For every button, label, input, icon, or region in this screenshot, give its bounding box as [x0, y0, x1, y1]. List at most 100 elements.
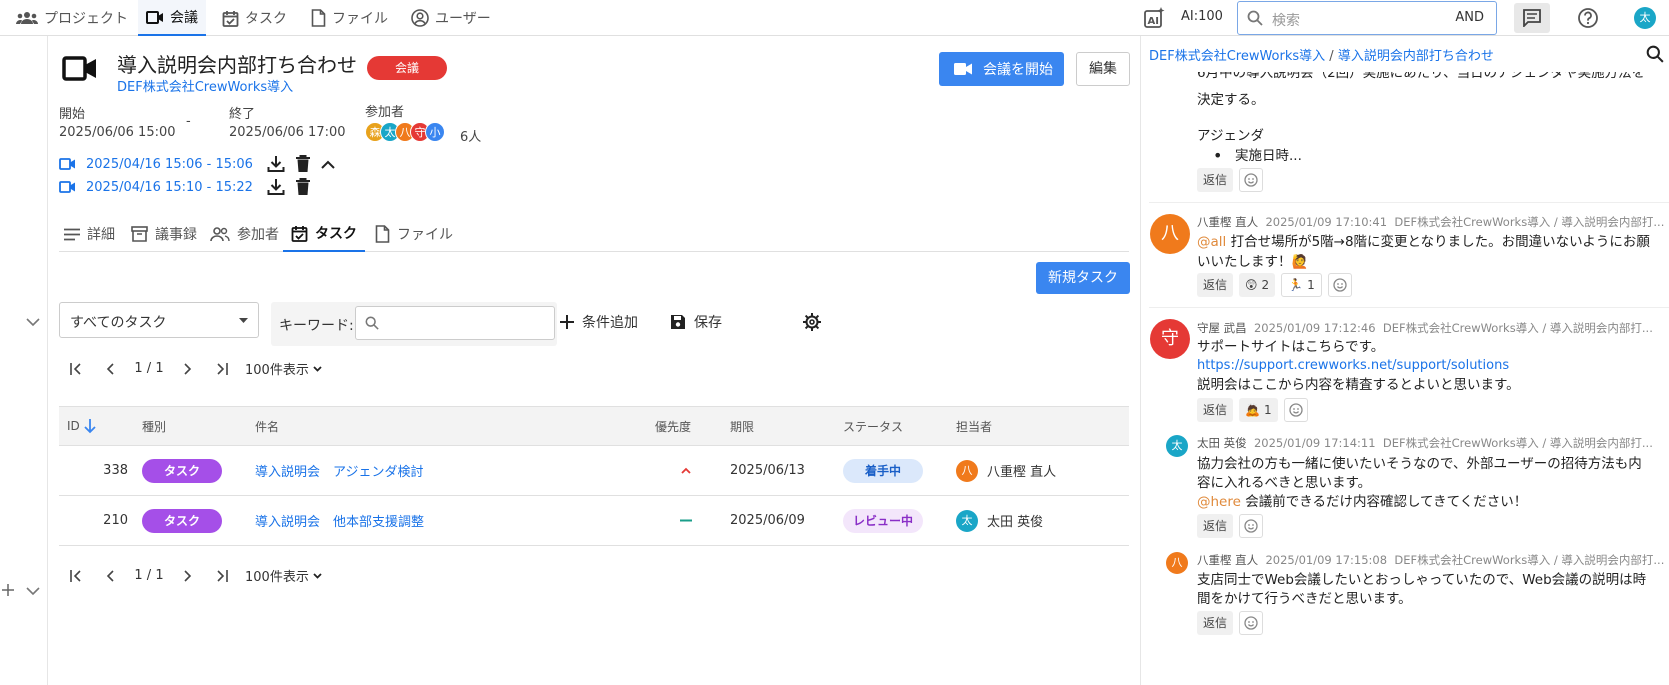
tab-details[interactable]: 詳細: [64, 216, 115, 252]
date-separator: -: [186, 114, 191, 129]
message-actions: 返信 😲 2 🏃 1: [1197, 273, 1352, 297]
plus-icon[interactable]: [2, 584, 14, 596]
reaction-chip[interactable]: 🏃 1: [1281, 273, 1322, 297]
task-due: 2025/06/09: [730, 513, 805, 528]
keyword-input[interactable]: [355, 306, 555, 340]
bullet-dot: •: [1213, 146, 1223, 165]
start-meeting-label: 会議を開始: [983, 62, 1053, 78]
reaction-chip[interactable]: 🙇 1: [1239, 398, 1278, 422]
message-actions: 返信: [1197, 168, 1264, 192]
nav-projects[interactable]: プロジェクト: [16, 0, 128, 36]
breadcrumb-meeting[interactable]: 導入説明会内部打ち合わせ: [1338, 49, 1494, 64]
add-reaction-icon[interactable]: [1239, 168, 1264, 192]
task-subject-link[interactable]: 導入説明会 アジェンダ検討: [255, 461, 423, 480]
breadcrumb-separator: /: [1325, 49, 1338, 64]
chevron-up-icon[interactable]: [321, 160, 335, 169]
message-line: 会議前できるだけ内容確認してきてください！: [1240, 494, 1528, 510]
avatar[interactable]: 太: [1166, 435, 1188, 457]
user-avatar[interactable]: 太: [1634, 7, 1656, 29]
message-meta: 守屋 武昌 2025/01/09 17:12:46 DEF株式会社CrewWor…: [1197, 320, 1653, 336]
add-reaction-icon[interactable]: [1327, 273, 1352, 297]
chevron-down-icon[interactable]: [26, 318, 40, 327]
tab-tasks[interactable]: タスク: [283, 216, 365, 252]
message-time: 2025/01/09 17:14:11: [1253, 436, 1376, 450]
reply-button[interactable]: 返信: [1197, 273, 1234, 297]
reply-button[interactable]: 返信: [1197, 398, 1234, 422]
video-icon: [954, 63, 972, 75]
message-path: DEF株式会社CrewWorks導入 / 導入説明会内部打...: [1394, 215, 1665, 229]
prev-page-icon[interactable]: [93, 569, 127, 582]
tab-participants[interactable]: 参加者: [210, 216, 279, 252]
download-icon[interactable]: [267, 178, 285, 196]
page-size-select[interactable]: 100件表示: [245, 566, 322, 585]
help-icon[interactable]: [1577, 7, 1599, 29]
ai-icon[interactable]: AI: [1143, 7, 1165, 29]
add-reaction-icon[interactable]: [1283, 398, 1308, 422]
trash-icon[interactable]: [295, 178, 311, 196]
next-page-icon[interactable]: [171, 362, 205, 375]
search-mode-toggle[interactable]: AND: [1455, 10, 1484, 25]
last-page-icon[interactable]: [205, 362, 239, 375]
save-filter-button[interactable]: 保存: [670, 312, 722, 332]
people-icon: [210, 226, 230, 241]
column-header-id[interactable]: ID: [67, 407, 96, 445]
start-value: 2025/06/06 15:00: [59, 125, 176, 140]
nav-meetings[interactable]: 会議: [138, 0, 206, 36]
recording-link[interactable]: 2025/04/16 15:10 - 15:22: [86, 180, 253, 195]
recording-link[interactable]: 2025/04/16 15:06 - 15:06: [86, 157, 253, 172]
add-condition-button[interactable]: 条件追加: [560, 312, 638, 332]
tab-files[interactable]: ファイル: [375, 216, 453, 252]
column-header-status[interactable]: ステータス: [843, 407, 903, 445]
tab-label: 議事録: [155, 227, 197, 243]
table-row[interactable]: 210 タスク 導入説明会 他本部支援調整 2025/06/09 レビュー中 太…: [59, 496, 1129, 546]
nav-users[interactable]: ユーザー: [411, 0, 491, 36]
gear-icon[interactable]: [803, 313, 821, 331]
reply-button[interactable]: 返信: [1197, 611, 1234, 635]
last-page-icon[interactable]: [205, 569, 239, 582]
reply-button[interactable]: 返信: [1197, 514, 1234, 538]
trash-icon[interactable]: [295, 155, 311, 173]
nav-tasks[interactable]: タスク: [222, 0, 287, 36]
next-page-icon[interactable]: [171, 569, 205, 582]
task-filter-select[interactable]: すべてのタスク: [59, 302, 259, 338]
mention[interactable]: @all: [1197, 234, 1226, 250]
breadcrumb-project[interactable]: DEF株式会社CrewWorks導入: [1149, 49, 1325, 64]
page-size-select[interactable]: 100件表示: [245, 359, 322, 378]
start-label: 開始: [59, 107, 86, 122]
download-icon[interactable]: [267, 155, 285, 173]
reply-button[interactable]: 返信: [1197, 168, 1234, 192]
nav-label: ファイル: [332, 11, 388, 27]
priority-high-icon: [681, 467, 691, 474]
avatar[interactable]: 守: [1150, 319, 1190, 359]
first-page-icon[interactable]: [59, 362, 93, 375]
table-row[interactable]: 338 タスク 導入説明会 アジェンダ検討 2025/06/13 着手中 八八重…: [59, 446, 1129, 496]
edit-button[interactable]: 編集: [1076, 52, 1130, 86]
avatar[interactable]: 八: [1150, 214, 1190, 254]
search-icon[interactable]: [1646, 45, 1664, 63]
chevron-down-icon[interactable]: [26, 587, 40, 596]
global-search[interactable]: 検索 AND: [1237, 1, 1497, 35]
column-header-assignee[interactable]: 担当者: [956, 407, 992, 445]
column-header-subject[interactable]: 件名: [255, 407, 279, 445]
new-task-button[interactable]: 新規タスク: [1036, 262, 1130, 294]
reaction-chip[interactable]: 😲 2: [1239, 273, 1276, 297]
tab-minutes[interactable]: 議事録: [131, 216, 197, 252]
avatar[interactable]: 八: [1166, 552, 1188, 574]
nav-files[interactable]: ファイル: [311, 0, 388, 36]
search-input[interactable]: 検索: [1272, 10, 1300, 30]
add-reaction-icon[interactable]: [1239, 611, 1264, 635]
column-header-due[interactable]: 期限: [730, 407, 754, 445]
mention[interactable]: @here: [1197, 494, 1241, 510]
column-header-priority[interactable]: 優先度: [655, 407, 691, 445]
meeting-project-link[interactable]: DEF株式会社CrewWorks導入: [117, 76, 293, 95]
task-subject-link[interactable]: 導入説明会 他本部支援調整: [255, 511, 424, 530]
prev-page-icon[interactable]: [93, 362, 127, 375]
message-link[interactable]: https://support.crewworks.net/support/so…: [1197, 356, 1509, 376]
add-reaction-icon[interactable]: [1239, 514, 1264, 538]
task-id: 338: [103, 463, 128, 478]
start-meeting-button[interactable]: 会議を開始: [939, 52, 1064, 86]
column-header-type[interactable]: 種別: [142, 407, 166, 445]
chat-toggle-button[interactable]: [1514, 3, 1550, 33]
first-page-icon[interactable]: [59, 569, 93, 582]
pagination-top: 1 / 1 100件表示: [59, 359, 322, 378]
